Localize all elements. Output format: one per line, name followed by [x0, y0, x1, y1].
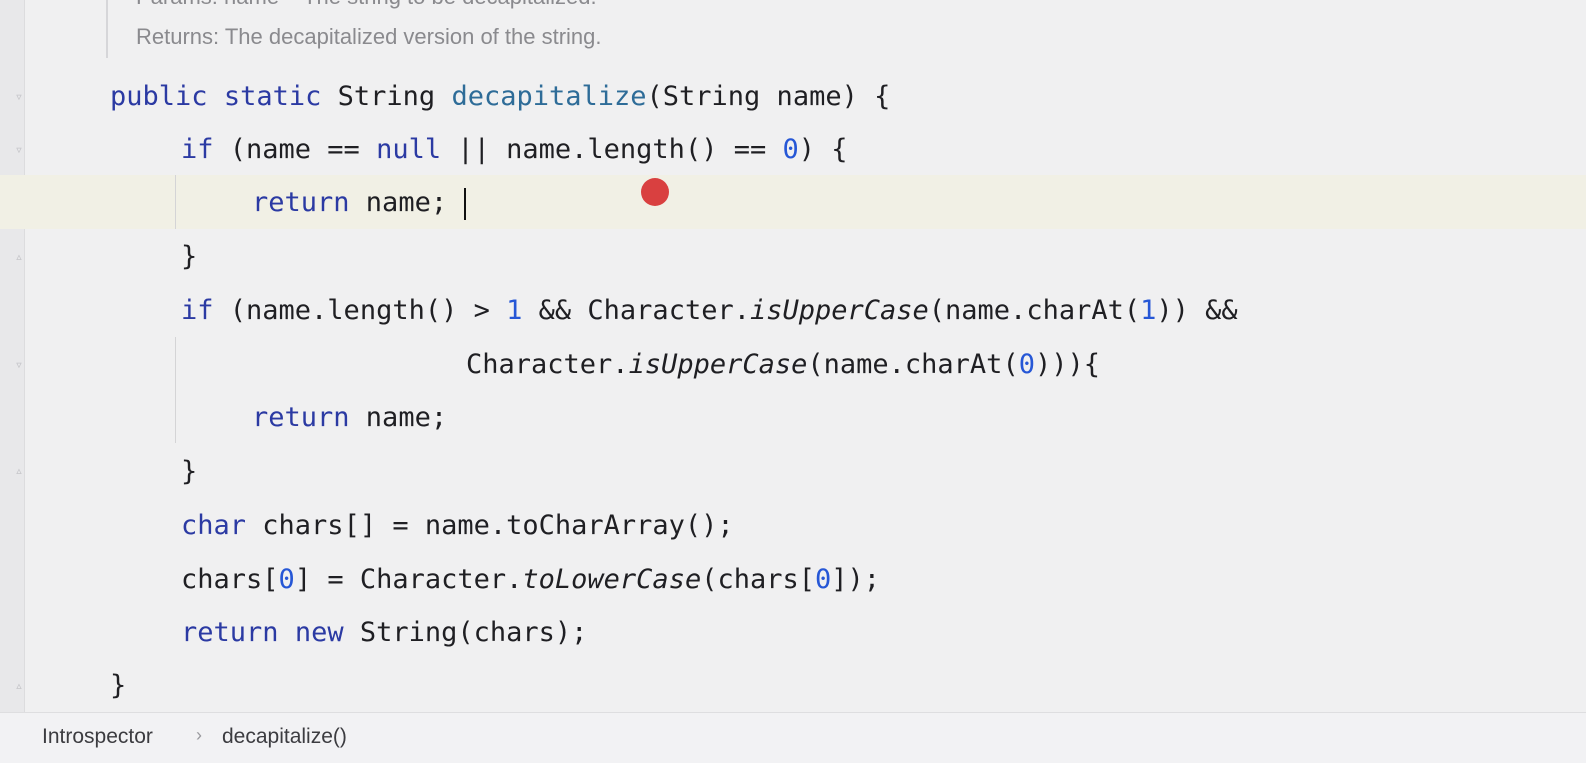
number-literal: 1 [506, 295, 523, 326]
breadcrumb-method[interactable]: decapitalize() [222, 725, 347, 749]
number-literal: 1 [1140, 295, 1157, 326]
keyword: null [376, 134, 442, 165]
code-text: ))){ [1034, 349, 1100, 380]
keyword: return [181, 617, 279, 648]
fold-marker-icon[interactable]: ▿ [12, 141, 26, 159]
method-name: decapitalize [451, 81, 647, 112]
keyword: public [110, 81, 208, 112]
number-literal: 0 [815, 564, 832, 595]
code-text: (name.charAt( [807, 349, 1019, 380]
code-line-8[interactable]: } [181, 455, 197, 489]
code-text: (String name) { [646, 81, 891, 112]
javadoc-params: Params: name – The string to be decapita… [136, 0, 597, 10]
code-text: chars[ [181, 564, 279, 595]
keyword: if [181, 134, 214, 165]
code-line-1[interactable]: public static String decapitalize(String… [110, 80, 890, 114]
fold-end-icon[interactable]: ▵ [12, 248, 26, 266]
code-text: (name.charAt( [928, 295, 1141, 326]
breadcrumb: Introspector › decapitalize() [0, 712, 1586, 763]
code-text: ]); [831, 564, 881, 595]
code-text: && Character. [522, 295, 750, 326]
text-caret [464, 188, 466, 220]
code-line-11[interactable]: return new String(chars); [181, 616, 587, 650]
code-text: name; [349, 402, 448, 433]
number-literal: 0 [782, 134, 799, 165]
code-text: Character. [466, 349, 629, 380]
keyword: if [181, 295, 214, 326]
javadoc-border [106, 0, 108, 58]
fold-end-icon[interactable]: ▵ [12, 677, 26, 695]
chevron-right-icon: › [196, 725, 202, 745]
code-line-9[interactable]: char chars[] = name.toCharArray(); [181, 509, 734, 543]
number-literal: 0 [278, 564, 295, 595]
indent-guide [175, 337, 176, 443]
code-line-6[interactable]: Character.isUpperCase(name.charAt(0))){ [466, 348, 1100, 382]
indent-guide [175, 175, 176, 229]
editor-gutter[interactable]: ▿ ▿ ▵ ▿ ▵ ▵ [0, 0, 25, 712]
fold-end-icon[interactable]: ▵ [12, 462, 26, 480]
code-text: (chars[ [701, 564, 815, 595]
code-text: name; [349, 187, 448, 218]
code-editor[interactable]: ▿ ▿ ▵ ▿ ▵ ▵ Params: name – The string to… [0, 0, 1586, 712]
code-line-7[interactable]: return name; [252, 401, 447, 435]
javadoc-returns: Returns: The decapitalized version of th… [136, 24, 602, 49]
current-line-highlight [0, 175, 1586, 229]
code-text: )) && [1156, 295, 1238, 326]
code-text: (name.length() > [213, 295, 507, 326]
breakpoint-icon[interactable] [641, 178, 669, 206]
code-text: chars[] = name.toCharArray(); [246, 510, 734, 541]
code-line-4[interactable]: } [181, 240, 197, 274]
fold-marker-icon[interactable]: ▿ [12, 356, 26, 374]
code-text: String(chars); [343, 617, 588, 648]
keyword: new [294, 617, 344, 648]
code-text: ) { [798, 134, 848, 165]
code-line-5[interactable]: if (name.length() > 1 && Character.isUpp… [181, 294, 1238, 328]
breadcrumb-class[interactable]: Introspector [42, 725, 153, 749]
fold-marker-icon[interactable]: ▿ [12, 88, 26, 106]
code-line-12[interactable]: } [110, 669, 126, 703]
number-literal: 0 [1018, 349, 1035, 380]
static-call: isUpperCase [628, 349, 808, 380]
static-call: toLowerCase [522, 564, 702, 595]
static-call: isUpperCase [749, 295, 929, 326]
keyword: return [252, 402, 350, 433]
keyword: return [252, 187, 350, 218]
return-type: String [337, 81, 436, 112]
code-line-10[interactable]: chars[0] = Character.toLowerCase(chars[0… [181, 563, 880, 597]
code-line-3[interactable]: return name; [252, 186, 447, 220]
code-line-2[interactable]: if (name == null || name.length() == 0) … [181, 133, 848, 167]
keyword: static [223, 81, 322, 112]
keyword: char [181, 510, 247, 541]
code-text: || name.length() == [441, 134, 783, 165]
code-text: ] = Character. [294, 564, 523, 595]
code-text: (name == [213, 134, 377, 165]
